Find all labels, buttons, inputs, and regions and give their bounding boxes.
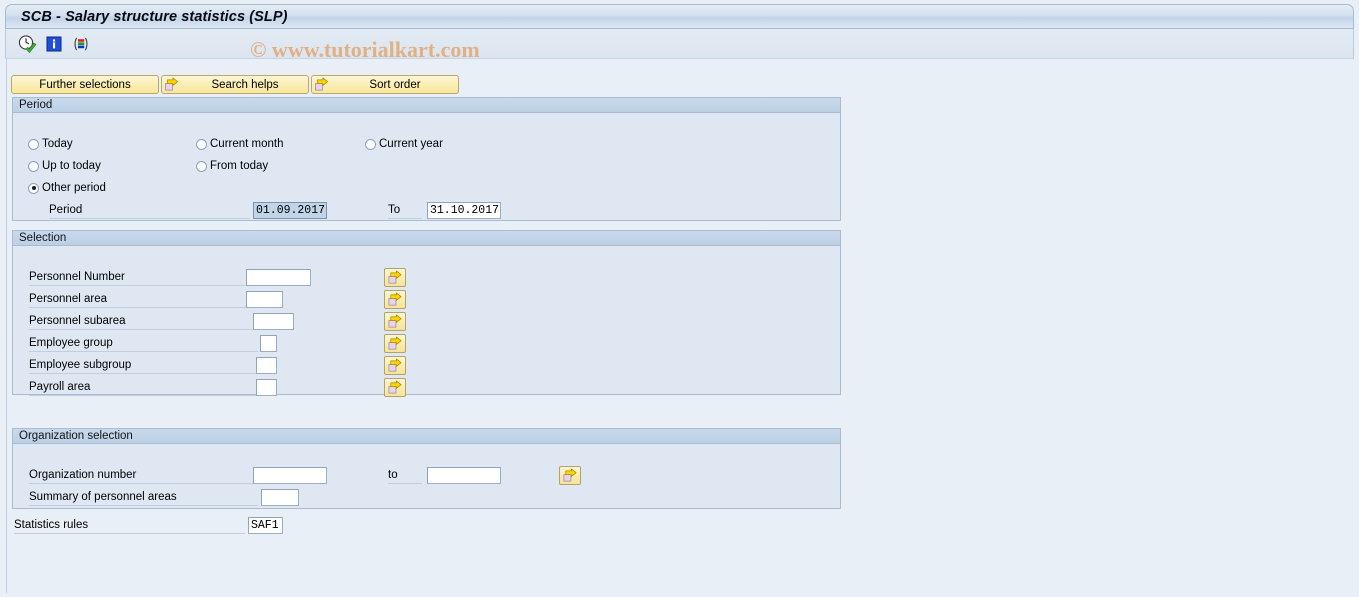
radio-label: Today [42, 138, 73, 150]
personnel-area-input[interactable] [246, 291, 283, 308]
period-to-input[interactable]: 31.10.2017 [427, 202, 501, 219]
personnel-subarea-label: Personnel subarea [29, 315, 126, 327]
personnel-area-multi-select-button[interactable] [384, 290, 406, 309]
radio-label: Current year [379, 138, 443, 150]
organization-group-body: Organization number to Summary of person… [13, 444, 840, 508]
variant-bars-icon[interactable] [71, 34, 91, 54]
field-rule [29, 505, 258, 506]
organization-group-title: Organization selection [13, 429, 840, 444]
radio-mark [28, 182, 39, 194]
arrow-right-icon [388, 270, 402, 284]
period-group: Period Other period Today Up to today Cu… [12, 97, 841, 221]
radio-mark [196, 138, 207, 150]
personnel-number-multi-select-button[interactable] [384, 268, 406, 287]
statistics-rules-rule [14, 533, 245, 534]
application-toolbar [5, 29, 1354, 59]
page-title: SCB - Salary structure statistics (SLP) [21, 8, 288, 25]
sort-order-button[interactable]: Sort order [311, 75, 459, 94]
radio-mark [28, 138, 39, 150]
field-rule [29, 483, 258, 484]
radio-up-to-today[interactable]: Up to today [28, 160, 101, 172]
organization-selection-group: Organization selection Organization numb… [12, 428, 841, 509]
field-rule [29, 351, 258, 352]
field-rule [29, 395, 258, 396]
arrow-right-icon [388, 314, 402, 328]
period-to-label: To [388, 204, 401, 216]
radio-current-month[interactable]: Current month [196, 138, 284, 150]
organization-number-to-input[interactable] [427, 467, 501, 484]
selection-group: Selection Personnel Number Personnel are… [12, 230, 841, 397]
selection-group-body: Personnel Number Personnel area Personne… [13, 246, 840, 397]
payroll-area-multi-select-button[interactable] [384, 378, 406, 397]
summary-personnel-areas-label: Summary of personnel areas [29, 491, 177, 503]
field-rule [388, 483, 422, 484]
search-helps-button[interactable]: Search helps [161, 75, 309, 94]
information-icon[interactable] [44, 34, 64, 54]
arrow-right-icon [388, 336, 402, 350]
search-helps-label: Search helps [211, 78, 279, 91]
field-rule [29, 285, 258, 286]
period-label-rule [49, 218, 250, 219]
organization-number-multi-select-button[interactable] [559, 466, 581, 485]
payroll-area-input[interactable] [256, 379, 277, 396]
arrow-right-icon [388, 358, 402, 372]
selection-group-title: Selection [13, 231, 840, 246]
radio-mark [365, 138, 376, 150]
employee-group-input[interactable] [260, 335, 277, 352]
period-to-rule [388, 218, 422, 219]
field-rule [29, 329, 258, 330]
arrow-right-icon [314, 77, 329, 92]
arrow-right-icon [563, 468, 577, 482]
organization-number-from-input[interactable] [253, 467, 327, 484]
personnel-subarea-multi-select-button[interactable] [384, 312, 406, 331]
field-rule [29, 373, 258, 374]
organization-number-label: Organization number [29, 469, 137, 481]
field-rule [29, 307, 258, 308]
period-from-input[interactable]: 01.09.2017 [253, 202, 327, 219]
employee-group-label: Employee group [29, 337, 113, 349]
radio-mark [28, 160, 39, 172]
personnel-subarea-input[interactable] [253, 313, 294, 330]
employee-subgroup-label: Employee subgroup [29, 359, 132, 371]
further-selections-button[interactable]: Further selections [11, 75, 159, 94]
statistics-rules-input[interactable]: SAF1 [248, 517, 283, 534]
period-group-body: Other period Today Up to today Current m… [13, 113, 840, 220]
personnel-number-input[interactable] [246, 269, 311, 286]
summary-personnel-areas-input[interactable] [261, 489, 299, 506]
window-title-bar: SCB - Salary structure statistics (SLP) [5, 4, 1354, 29]
sort-order-label: Sort order [369, 78, 421, 91]
personnel-area-label: Personnel area [29, 293, 107, 305]
arrow-right-icon [164, 77, 179, 92]
payroll-area-label: Payroll area [29, 381, 91, 393]
radio-today[interactable]: Today [28, 138, 73, 150]
employee-group-multi-select-button[interactable] [384, 334, 406, 353]
radio-other-period[interactable]: Other period [28, 182, 106, 194]
arrow-right-icon [388, 380, 402, 394]
period-range-label: Period [49, 204, 83, 216]
execute-clock-icon[interactable] [17, 34, 37, 54]
radio-label: From today [210, 160, 269, 172]
employee-subgroup-multi-select-button[interactable] [384, 356, 406, 375]
radio-label: Up to today [42, 160, 101, 172]
personnel-number-label: Personnel Number [29, 271, 125, 283]
arrow-right-icon [388, 292, 402, 306]
radio-label: Other period [42, 182, 106, 194]
selection-buttons-row: Further selections Search helps Sort ord… [11, 75, 461, 94]
employee-subgroup-input[interactable] [256, 357, 277, 374]
radio-mark [196, 160, 207, 172]
period-group-title: Period [13, 98, 840, 113]
radio-current-year[interactable]: Current year [365, 138, 443, 150]
radio-label: Current month [210, 138, 284, 150]
radio-from-today[interactable]: From today [196, 160, 268, 172]
statistics-rules-label: Statistics rules [14, 519, 89, 531]
organization-to-label: to [388, 469, 398, 481]
